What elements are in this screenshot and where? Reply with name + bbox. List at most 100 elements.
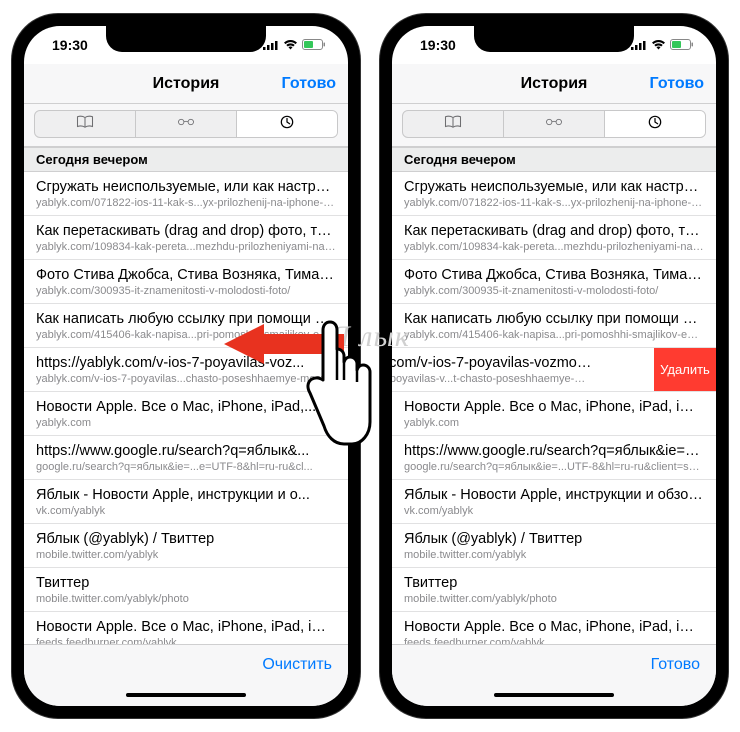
done-button[interactable]: Готово bbox=[282, 75, 336, 93]
row-content: Твиттерmobile.twitter.com/yablyk/photo bbox=[36, 574, 336, 606]
section-header: Сегодня вечером bbox=[24, 147, 348, 172]
history-row[interactable]: Фото Стива Джобса, Стива Возняка, Тима К… bbox=[24, 260, 348, 304]
done-button[interactable]: Готово bbox=[650, 75, 704, 93]
row-content: Яблык - Новости Apple, инструкции и обзо… bbox=[404, 486, 704, 518]
history-row[interactable]: Как написать любую ссылку при помощи см.… bbox=[24, 304, 348, 348]
tab-history[interactable] bbox=[605, 111, 705, 137]
row-subtitle: google.ru/search?q=яблык&ie=...e=UTF-8&h… bbox=[36, 460, 336, 474]
wifi-icon bbox=[283, 37, 298, 53]
row-subtitle: mobile.twitter.com/yablyk/photo bbox=[404, 592, 704, 606]
row-title: Твиттер bbox=[36, 574, 336, 592]
row-content: Как перетаскивать (drag and drop) фото, … bbox=[36, 222, 336, 254]
status-time: 19:30 bbox=[420, 37, 456, 53]
history-row[interactable]: https://www.google.ru/search?q=яблык&ie=… bbox=[392, 436, 716, 480]
row-title: Яблык (@yablyk) / Твиттер bbox=[36, 530, 336, 548]
history-row[interactable]: Фото Стива Джобса, Стива Возняка, Тима К… bbox=[392, 260, 716, 304]
row-content: Новости Apple. Все о Mac, iPhone, iPad,.… bbox=[36, 398, 336, 430]
row-title: Фото Стива Джобса, Стива Возняка, Тима К… bbox=[404, 266, 704, 284]
row-title: Сгружать неиспользуемые, или как настрои… bbox=[404, 178, 704, 196]
notch bbox=[106, 26, 266, 52]
delete-button[interactable]: Удалить bbox=[654, 348, 716, 391]
navbar: История Готово bbox=[24, 64, 348, 104]
row-content: Новости Apple. Все о Mac, iPhone, iPad, … bbox=[404, 618, 704, 644]
history-row[interactable]: Твиттерmobile.twitter.com/yablyk/photo bbox=[24, 568, 348, 612]
history-row[interactable]: yablyk.com/v-ios-7-poyavilas-vozmozh...n… bbox=[392, 348, 716, 392]
clear-button[interactable]: Очистить bbox=[262, 656, 332, 674]
row-content: Твиттерmobile.twitter.com/yablyk/photo bbox=[404, 574, 704, 606]
segmented-control bbox=[402, 110, 706, 138]
tab-reading-list[interactable] bbox=[504, 111, 605, 137]
phone-left: 19:30 История Готово bbox=[12, 14, 360, 718]
history-row[interactable]: Яблык - Новости Apple, инструкции и о...… bbox=[24, 480, 348, 524]
segmented-control bbox=[34, 110, 338, 138]
screen: 19:30 История Готово bbox=[24, 26, 348, 706]
history-row[interactable]: Яблык (@yablyk) / Твиттерmobile.twitter.… bbox=[392, 524, 716, 568]
history-row[interactable]: Сгружать неиспользуемые, или как настрои… bbox=[24, 172, 348, 216]
clock-icon bbox=[646, 115, 664, 134]
clock-icon bbox=[278, 115, 296, 134]
row-content: https://yablyk.com/v-ios-7-poyavilas-voz… bbox=[36, 354, 336, 386]
glasses-icon bbox=[177, 115, 195, 134]
row-title: Яблык - Новости Apple, инструкции и о... bbox=[36, 486, 336, 504]
battery-icon bbox=[302, 37, 326, 53]
row-title: Новости Apple. Все о Mac, iPhone, iPad, … bbox=[36, 618, 336, 636]
row-title: https://yablyk.com/v-ios-7-poyavilas-voz… bbox=[36, 354, 336, 372]
row-subtitle: n/v-ios-7-poyavilas-v...t-chasto-poseshh… bbox=[392, 372, 594, 386]
history-row[interactable]: https://yablyk.com/v-ios-7-poyavilas-voz… bbox=[24, 348, 348, 392]
history-row[interactable]: Как написать любую ссылку при помощи см.… bbox=[392, 304, 716, 348]
row-content: Как перетаскивать (drag and drop) фото, … bbox=[404, 222, 704, 254]
row-title: Новости Apple. Все о Mac, iPhone, iPad,.… bbox=[36, 398, 336, 416]
bottom-toolbar: Готово bbox=[392, 644, 716, 684]
row-title: Новости Apple. Все о Mac, iPhone, iPad, … bbox=[404, 618, 704, 636]
history-row[interactable]: Яблык - Новости Apple, инструкции и обзо… bbox=[392, 480, 716, 524]
segmented-wrap bbox=[392, 104, 716, 147]
battery-icon bbox=[670, 37, 694, 53]
row-content: Фото Стива Джобса, Стива Возняка, Тима К… bbox=[36, 266, 336, 298]
bottom-toolbar: Очистить bbox=[24, 644, 348, 684]
row-content: Сгружать неиспользуемые, или как настрои… bbox=[36, 178, 336, 210]
history-row[interactable]: Твиттерmobile.twitter.com/yablyk/photo bbox=[392, 568, 716, 612]
history-list[interactable]: Сгружать неиспользуемые, или как настрои… bbox=[24, 172, 348, 644]
navbar: История Готово bbox=[392, 64, 716, 104]
home-indicator[interactable] bbox=[24, 684, 348, 706]
history-row[interactable]: Яблык (@yablyk) / Твиттерmobile.twitter.… bbox=[24, 524, 348, 568]
row-title: Сгружать неиспользуемые, или как настрои… bbox=[36, 178, 336, 196]
row-content: Яблык (@yablyk) / Твиттерmobile.twitter.… bbox=[404, 530, 704, 562]
history-row[interactable]: Новости Apple. Все о Mac, iPhone, iPad,.… bbox=[24, 392, 348, 436]
history-row[interactable]: Как перетаскивать (drag and drop) фото, … bbox=[24, 216, 348, 260]
history-row[interactable]: Как перетаскивать (drag and drop) фото, … bbox=[392, 216, 716, 260]
row-subtitle: feeds.feedburner.com/yablyk bbox=[404, 636, 704, 644]
row-title: https://www.google.ru/search?q=яблык&ie=… bbox=[404, 442, 704, 460]
row-title: Как перетаскивать (drag and drop) фото, … bbox=[404, 222, 704, 240]
history-row[interactable]: https://www.google.ru/search?q=яблык&...… bbox=[24, 436, 348, 480]
row-title: Яблык - Новости Apple, инструкции и обзо… bbox=[404, 486, 704, 504]
row-subtitle: mobile.twitter.com/yablyk/photo bbox=[36, 592, 336, 606]
row-content: Новости Apple. Все о Mac, iPhone, iPad, … bbox=[36, 618, 336, 644]
row-subtitle: yablyk.com/415406-kak-napisa...pri-pomos… bbox=[404, 328, 704, 342]
status-indicators bbox=[263, 37, 326, 53]
row-subtitle: yablyk.com/109834-kak-pereta...mezhdu-pr… bbox=[404, 240, 704, 254]
row-title: Как написать любую ссылку при помощи см.… bbox=[36, 310, 336, 328]
tab-bookmarks[interactable] bbox=[403, 111, 504, 137]
row-title: Как написать любую ссылку при помощи см.… bbox=[404, 310, 704, 328]
tab-history[interactable] bbox=[237, 111, 337, 137]
home-indicator[interactable] bbox=[392, 684, 716, 706]
row-content: yablyk.com/v-ios-7-poyavilas-vozmozh...n… bbox=[392, 354, 594, 386]
row-title: Как перетаскивать (drag and drop) фото, … bbox=[36, 222, 336, 240]
history-row[interactable]: Новости Apple. Все о Mac, iPhone, iPad, … bbox=[24, 612, 348, 644]
row-subtitle: vk.com/yablyk bbox=[404, 504, 704, 518]
row-subtitle: mobile.twitter.com/yablyk bbox=[404, 548, 704, 562]
nav-title: История bbox=[153, 75, 220, 93]
tab-bookmarks[interactable] bbox=[35, 111, 136, 137]
phone-right: 19:30 История Готово bbox=[380, 14, 728, 718]
done-button-bottom[interactable]: Готово bbox=[651, 656, 700, 674]
row-content: Фото Стива Джобса, Стива Возняка, Тима К… bbox=[404, 266, 704, 298]
history-row[interactable]: Новости Apple. Все о Mac, iPhone, iPad, … bbox=[392, 612, 716, 644]
row-content: Новости Apple. Все о Mac, iPhone, iPad, … bbox=[404, 398, 704, 430]
tab-reading-list[interactable] bbox=[136, 111, 237, 137]
history-list[interactable]: Сгружать неиспользуемые, или как настрои… bbox=[392, 172, 716, 644]
row-subtitle: yablyk.com bbox=[404, 416, 704, 430]
history-row[interactable]: Новости Apple. Все о Mac, iPhone, iPad, … bbox=[392, 392, 716, 436]
history-row[interactable]: Сгружать неиспользуемые, или как настрои… bbox=[392, 172, 716, 216]
row-subtitle: yablyk.com/415406-kak-napisa...pri-pomos… bbox=[36, 328, 336, 342]
